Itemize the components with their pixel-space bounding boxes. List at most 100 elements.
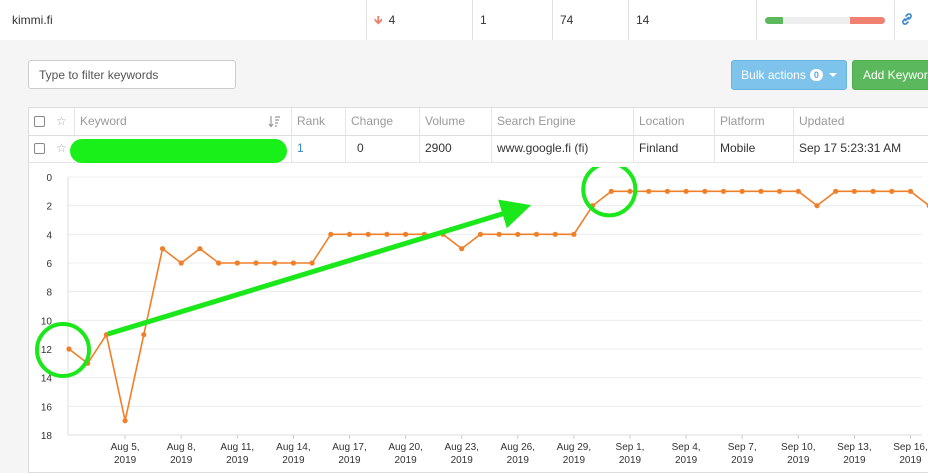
data-point bbox=[758, 188, 764, 194]
data-point bbox=[272, 260, 278, 266]
data-point bbox=[403, 231, 409, 237]
rank-history-chart: 024681012141618 Aug 5, 2019Aug 8, 2019Aug … bbox=[35, 167, 928, 466]
data-point bbox=[496, 231, 502, 237]
data-point bbox=[627, 188, 633, 194]
col-rank[interactable]: Rank bbox=[291, 108, 345, 135]
x-tick-label: Aug 23, 2019 bbox=[444, 442, 478, 466]
col-updated[interactable]: Updated bbox=[793, 108, 928, 135]
rank-distribution-bar bbox=[765, 17, 885, 24]
data-point bbox=[720, 188, 727, 194]
data-point bbox=[178, 260, 184, 266]
location-cell: Finland bbox=[633, 135, 714, 162]
y-tick-label: 16 bbox=[41, 402, 53, 413]
y-axis: 024681012141618 bbox=[41, 173, 53, 442]
x-tick-label: Aug 20, 2019 bbox=[388, 442, 422, 466]
table-header: ☆ Keyword Rank Change Volume Search Engi… bbox=[29, 108, 928, 136]
rank-link[interactable]: 1 bbox=[297, 141, 304, 155]
x-tick-label: Sep 4, 2019 bbox=[672, 442, 701, 466]
x-tick-label: Sep 1, 2019 bbox=[616, 442, 645, 466]
data-point bbox=[253, 260, 259, 266]
x-tick-label: Aug 29, 2019 bbox=[557, 442, 591, 466]
updated-cell: Sep 17 5:23:31 AM bbox=[793, 135, 928, 162]
y-tick-label: 14 bbox=[41, 374, 53, 385]
x-tick-label: Aug 14, 2019 bbox=[276, 442, 310, 466]
link-icon[interactable] bbox=[900, 12, 914, 26]
volume-cell: 2900 bbox=[419, 135, 491, 162]
data-point bbox=[702, 188, 708, 194]
data-point bbox=[234, 260, 240, 266]
data-point bbox=[290, 260, 296, 266]
data-point bbox=[365, 231, 371, 237]
bulk-actions-button[interactable]: Bulk actions 0 bbox=[731, 60, 847, 90]
change-cell: 0 bbox=[345, 135, 419, 162]
trend-arrow bbox=[107, 199, 532, 337]
data-point bbox=[515, 231, 521, 237]
col-keyword[interactable]: Keyword bbox=[74, 108, 291, 135]
x-tick-label: Sep 16, 2019 bbox=[893, 442, 927, 466]
data-point bbox=[833, 188, 839, 194]
keyword-redaction bbox=[70, 139, 287, 163]
sort-icon[interactable] bbox=[268, 115, 281, 128]
annotation-layer bbox=[35, 167, 638, 378]
site-change-cell: 🡻 4 bbox=[366, 0, 472, 40]
data-point bbox=[477, 231, 483, 237]
data-point bbox=[608, 188, 614, 194]
data-point bbox=[795, 188, 801, 194]
x-tick-label: Aug 5, 2019 bbox=[111, 442, 140, 466]
star-icon[interactable]: ☆ bbox=[56, 115, 67, 127]
x-tick-label: Aug 17, 2019 bbox=[332, 442, 366, 466]
y-tick-label: 18 bbox=[41, 431, 53, 442]
data-point bbox=[122, 418, 128, 424]
data-point bbox=[159, 246, 166, 252]
y-tick-label: 6 bbox=[46, 259, 52, 270]
x-tick-label: Aug 26, 2019 bbox=[501, 442, 535, 466]
x-tick-label: Sep 7, 2019 bbox=[728, 442, 757, 466]
data-point bbox=[571, 231, 577, 237]
site-domain[interactable]: kimmi.fi bbox=[0, 0, 366, 40]
col-platform[interactable]: Platform bbox=[714, 108, 793, 135]
data-point bbox=[646, 188, 652, 194]
row-checkbox[interactable] bbox=[34, 143, 45, 154]
arrow-down-icon: 🡻 bbox=[374, 13, 383, 27]
data-point bbox=[851, 188, 858, 194]
col-location[interactable]: Location bbox=[633, 108, 714, 135]
table-row[interactable]: ☆ 1 0 2900 www.google.fi (fi) Finland Mo… bbox=[29, 135, 928, 163]
data-point bbox=[197, 246, 203, 252]
bulk-actions-label: Bulk actions bbox=[741, 68, 806, 82]
x-tick-label: Aug 8, 2019 bbox=[167, 442, 196, 466]
x-axis: Aug 5, 2019 Aug 8, 2019 Aug 11, 2019 Aug 14, 20… bbox=[68, 434, 928, 466]
select-all-checkbox[interactable] bbox=[34, 116, 45, 127]
star-icon[interactable]: ☆ bbox=[56, 142, 67, 154]
site-summary-row: kimmi.fi 🡻 4 1 74 14 bbox=[0, 0, 928, 41]
data-point bbox=[533, 231, 540, 237]
col-change[interactable]: Change bbox=[345, 108, 419, 135]
site-metric-1: 1 bbox=[472, 0, 552, 40]
col-volume[interactable]: Volume bbox=[419, 108, 491, 135]
site-metric-3: 14 bbox=[628, 0, 756, 40]
rank-cell: 1 bbox=[291, 135, 345, 162]
y-tick-label: 8 bbox=[46, 288, 52, 299]
data-point bbox=[66, 346, 72, 352]
bulk-count-badge: 0 bbox=[809, 69, 823, 81]
data-point bbox=[814, 203, 820, 209]
search-engine-cell: www.google.fi (fi) bbox=[491, 135, 633, 162]
y-tick-label: 12 bbox=[41, 345, 53, 356]
data-point bbox=[141, 332, 147, 338]
y-tick-label: 2 bbox=[46, 202, 52, 213]
x-tick-label: Sep 10, 2019 bbox=[781, 442, 815, 466]
x-tick-label: Aug 11, 2019 bbox=[220, 442, 254, 466]
add-keyword-button[interactable]: Add Keyword bbox=[852, 60, 928, 90]
keyword-filter-input[interactable] bbox=[28, 60, 236, 89]
data-point bbox=[889, 188, 895, 194]
site-metric-2: 74 bbox=[552, 0, 628, 40]
data-point bbox=[870, 188, 876, 194]
y-tick-label: 0 bbox=[46, 173, 52, 184]
platform-cell: Mobile bbox=[714, 135, 793, 162]
data-point bbox=[664, 188, 671, 194]
x-tick-label: Sep 13, 2019 bbox=[837, 442, 871, 466]
data-point bbox=[328, 231, 334, 237]
site-change-value: 4 bbox=[388, 13, 396, 27]
data-point bbox=[384, 231, 390, 237]
col-search-engine[interactable]: Search Engine bbox=[491, 108, 633, 135]
data-point bbox=[683, 188, 689, 194]
